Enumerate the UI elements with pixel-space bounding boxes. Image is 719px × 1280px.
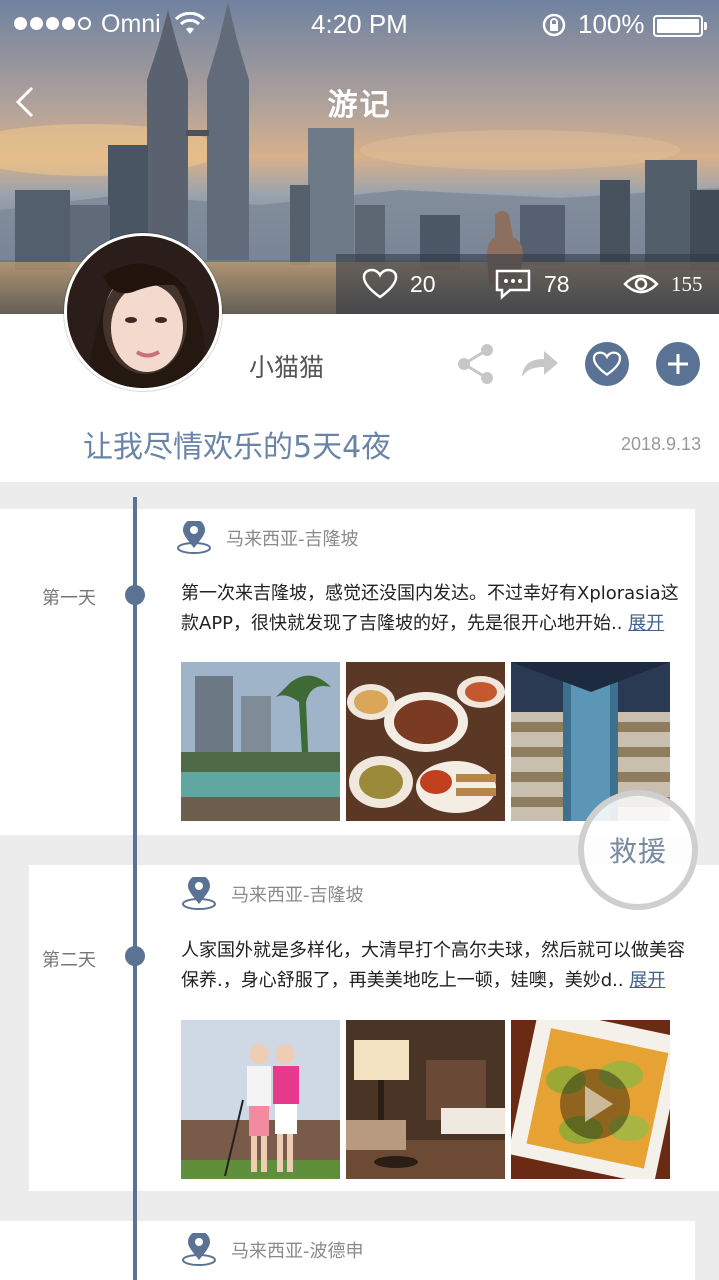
hotel-pool-photo[interactable] xyxy=(181,662,340,821)
heart-icon xyxy=(592,351,622,376)
eye-icon xyxy=(623,274,659,294)
wifi-icon xyxy=(175,12,205,34)
location-tag: 马来西亚-吉隆坡 xyxy=(181,877,364,911)
location-label: 马来西亚-吉隆坡 xyxy=(231,885,364,906)
like-count: 20 xyxy=(410,270,436,297)
timeline-dot xyxy=(125,946,145,966)
carrier-name: Omni xyxy=(101,10,161,38)
location-pin-icon xyxy=(177,521,211,554)
food-platter-photo[interactable] xyxy=(346,662,505,821)
day-description: 人家国外就是多样化，大清早打个高尔夫球，然后就可以做美容保养.，身心舒服了，再美… xyxy=(181,936,691,996)
day-card[interactable]: 马来西亚-吉隆坡 第一天 第一次来吉隆坡，感觉还没国内发达。不过幸好有Xplor… xyxy=(0,509,695,835)
status-bar: Omni 4:20 PM 100% xyxy=(0,0,719,52)
location-label: 马来西亚-波德申 xyxy=(231,1241,364,1262)
day-label: 第一天 xyxy=(42,588,96,609)
trip-date: 2018.9.13 xyxy=(621,434,702,454)
expand-link[interactable]: 展开 xyxy=(629,970,665,991)
day-label: 第二天 xyxy=(42,950,96,971)
timeline-line xyxy=(133,497,137,1280)
orientation-lock-icon xyxy=(542,13,566,37)
location-pin-icon xyxy=(182,877,216,910)
plus-icon xyxy=(668,354,688,374)
add-button[interactable] xyxy=(656,342,700,386)
forward-icon xyxy=(522,351,558,377)
clock: 4:20 PM xyxy=(311,9,408,39)
comment-icon xyxy=(495,269,531,300)
day-text: 人家国外就是多样化，大清早打个高尔夫球，然后就可以做美容保养.，身心舒服了，再美… xyxy=(181,940,685,991)
share-icon xyxy=(458,344,493,384)
timeline-dot xyxy=(125,585,145,605)
curry-dish-video[interactable] xyxy=(511,1020,670,1179)
avatar[interactable] xyxy=(64,233,222,391)
favorite-button[interactable] xyxy=(585,342,629,386)
day-text: 第一次来吉隆坡，感觉还没国内发达。不过幸好有Xplorasia这款APP，很快就… xyxy=(181,583,679,634)
day-description: 第一次来吉隆坡，感觉还没国内发达。不过幸好有Xplorasia这款APP，很快就… xyxy=(181,579,691,639)
location-label: 马来西亚-吉隆坡 xyxy=(226,529,359,550)
comment-count: 78 xyxy=(544,270,570,297)
location-pin-icon xyxy=(182,1233,216,1266)
hotel-room-photo[interactable] xyxy=(346,1020,505,1179)
stats-bar: 20 78 155 xyxy=(336,254,719,314)
like-count-stat[interactable]: 20 xyxy=(362,254,436,314)
battery-percentage: 100% xyxy=(578,9,645,39)
heart-icon xyxy=(362,268,398,299)
rescue-button[interactable]: 救援 xyxy=(578,790,698,910)
view-count: 155 xyxy=(671,271,703,296)
page-title: 游记 xyxy=(327,88,392,123)
day-card[interactable]: 马来西亚-波德申 xyxy=(0,1221,695,1280)
location-tag: 马来西亚-波德申 xyxy=(181,1233,364,1267)
expand-link[interactable]: 展开 xyxy=(628,613,664,634)
signal-strength-icon xyxy=(14,17,91,30)
location-tag: 马来西亚-吉隆坡 xyxy=(176,521,359,555)
comment-count-stat[interactable]: 78 xyxy=(494,254,570,314)
golf-couple-photo[interactable] xyxy=(181,1020,340,1179)
forward-button[interactable] xyxy=(518,342,562,386)
username[interactable]: 小猫猫 xyxy=(249,348,324,384)
share-button[interactable] xyxy=(454,342,498,386)
trip-title: 让我尽情欢乐的5天4夜 xyxy=(83,430,392,465)
view-count-stat: 155 xyxy=(623,254,703,314)
battery-icon xyxy=(653,15,707,37)
